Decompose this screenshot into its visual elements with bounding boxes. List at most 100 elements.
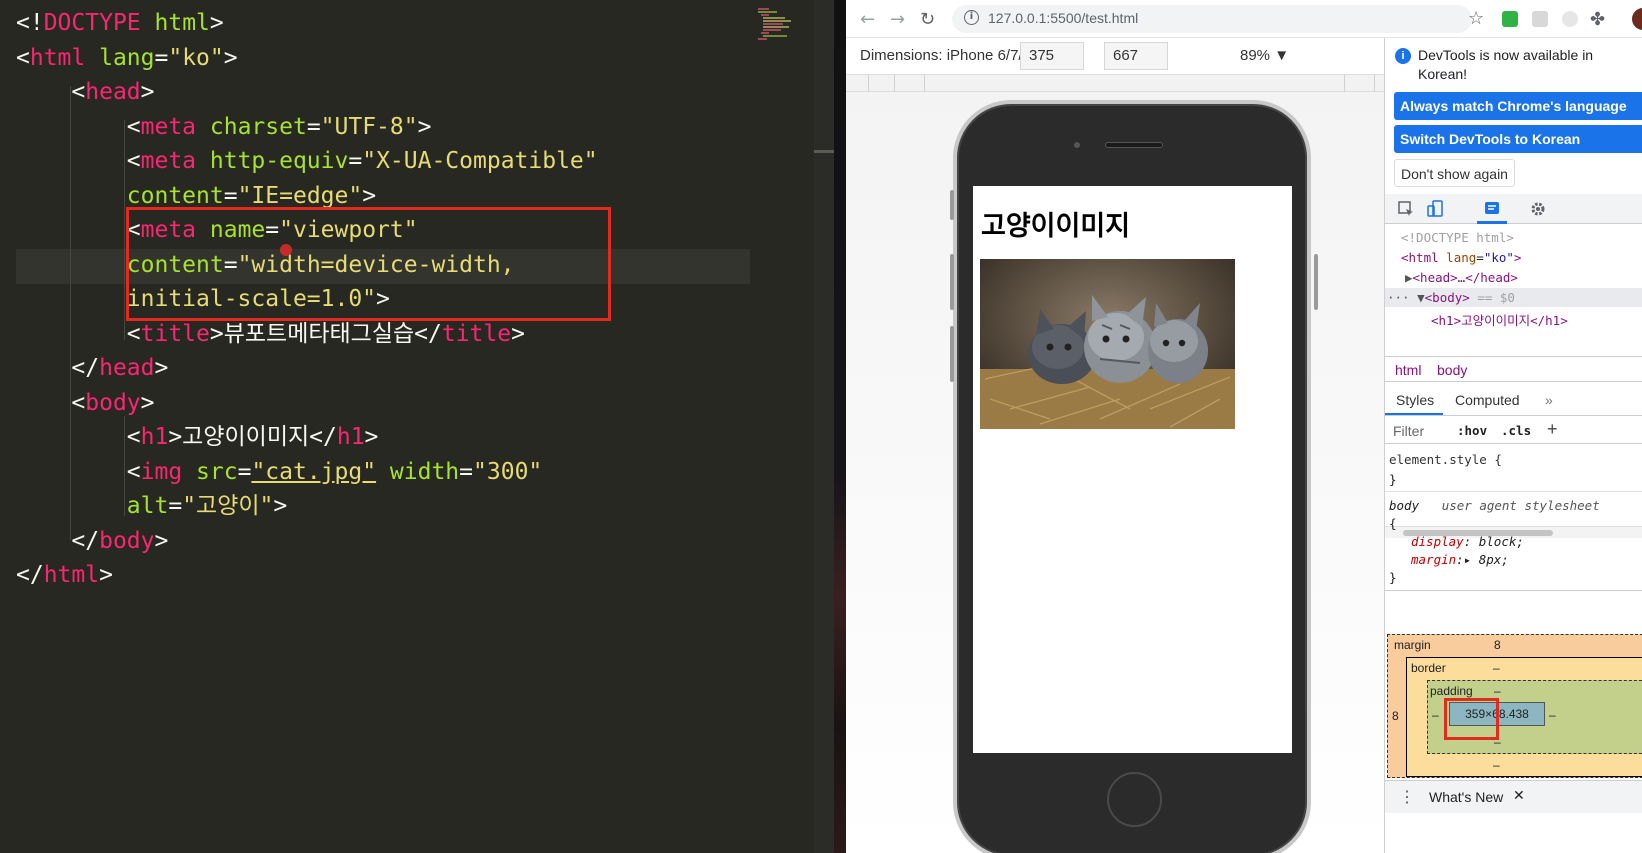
page-heading: 고양이이미지 <box>981 211 1131 242</box>
breadcrumb: html body <box>1385 356 1642 382</box>
iphone-frame: 고양이이미지 <box>950 100 1318 853</box>
html-node[interactable]: <html lang="ko"> <box>1401 250 1521 265</box>
phone-camera <box>1074 142 1080 148</box>
settings-gear-icon[interactable] <box>1529 200 1547 218</box>
display-declaration[interactable]: display: block; <box>1411 534 1524 549</box>
desktop-background-strip <box>834 0 846 853</box>
code-line[interactable]: <title>뷰포트메타태그실습</title> <box>16 317 598 352</box>
breadcrumb-body[interactable]: body <box>1437 362 1467 378</box>
phone-side-button <box>950 254 954 310</box>
forward-arrow-icon[interactable]: → <box>890 9 905 30</box>
border-top-value[interactable]: – <box>1493 661 1500 675</box>
rule-close-brace: } <box>1389 570 1397 585</box>
styles-subtabs: Styles Computed » <box>1385 386 1642 416</box>
drawer-tabbar: ⋮ What's New ✕ <box>1385 780 1642 813</box>
doctype-node[interactable]: <!DOCTYPE html> <box>1401 230 1514 245</box>
extensions-puzzle-icon[interactable]: ✤ <box>1590 9 1605 30</box>
scroll-thumb[interactable] <box>814 150 834 153</box>
h1-node[interactable]: <h1>고양이이미지</h1> <box>1431 313 1568 328</box>
device-toolbar: Dimensions: iPhone 6/7/8 ▼ 375 × 667 89%… <box>846 38 1434 74</box>
code-line[interactable]: </body> <box>16 524 598 559</box>
margin-declaration[interactable]: margin:▸ 8px; <box>1411 552 1509 567</box>
border-label: border <box>1411 661 1446 675</box>
back-arrow-icon[interactable]: ← <box>860 9 875 30</box>
code-editor[interactable]: <!DOCTYPE html> <html lang="ko"> <head> <… <box>0 0 834 853</box>
margin-top-value[interactable]: 8 <box>1494 638 1501 652</box>
box-model-diagram[interactable]: margin 8 8 border – – padding – – – – 35… <box>1387 634 1642 778</box>
phone-side-button <box>1314 254 1318 310</box>
inspect-element-icon[interactable] <box>1397 200 1415 218</box>
zoom-select[interactable]: 89% ▼ <box>1240 47 1289 64</box>
code-line[interactable]: </html> <box>16 558 598 593</box>
code-line[interactable]: <h1>고양이이미지</h1> <box>16 420 598 455</box>
styles-tab-underline <box>1385 413 1443 415</box>
reload-icon[interactable]: ↻ <box>920 9 935 30</box>
width-input[interactable]: 375 <box>1020 42 1084 70</box>
media-query-ruler[interactable] <box>846 74 1434 92</box>
padding-top-value[interactable]: – <box>1494 684 1501 698</box>
cat-image <box>980 259 1235 429</box>
breadcrumb-html[interactable]: html <box>1395 362 1421 378</box>
code-line[interactable]: </head> <box>16 351 598 386</box>
element-style-rule[interactable]: element.style { <box>1389 452 1502 467</box>
switch-to-korean-button[interactable]: Switch DevTools to Korean <box>1394 125 1642 153</box>
padding-right-value[interactable]: – <box>1549 708 1556 722</box>
phone-side-button <box>950 190 954 220</box>
url-text[interactable]: 127.0.0.1:5500/test.html <box>988 10 1138 26</box>
hov-toggle[interactable]: :hov <box>1457 423 1487 438</box>
editor-scrollbar[interactable] <box>814 0 834 853</box>
dont-show-again-button[interactable]: Don't show again <box>1394 159 1515 187</box>
extension-circle-icon[interactable] <box>1562 11 1578 27</box>
code-line[interactable]: <head> <box>16 75 598 110</box>
body-node[interactable]: ··· ▼<body> == $0 <box>1387 290 1515 305</box>
site-info-icon[interactable]: i <box>964 10 979 25</box>
cursor-marker <box>280 244 292 256</box>
padding-label: padding <box>1430 684 1473 698</box>
rule-close-brace: } <box>1389 472 1397 487</box>
styles-pane[interactable]: element.style { } body user agent styles… <box>1385 446 1642 646</box>
profile-avatar[interactable] <box>1632 8 1642 30</box>
more-tabs-icon[interactable]: » <box>1545 392 1553 408</box>
page-screen[interactable]: 고양이이미지 <box>973 186 1292 753</box>
code-line[interactable]: <img src="cat.jpg" width="300" <box>16 455 598 490</box>
elements-tab-icon[interactable] <box>1483 200 1501 218</box>
device-viewport: 고양이이미지 <box>846 92 1434 853</box>
tab-computed[interactable]: Computed <box>1455 392 1520 408</box>
margin-label: margin <box>1394 638 1431 652</box>
info-icon: i <box>1395 48 1411 64</box>
extension-green-icon[interactable] <box>1502 11 1518 27</box>
devtools-toolbar <box>1385 194 1642 224</box>
always-match-language-button[interactable]: Always match Chrome's language <box>1394 92 1642 120</box>
body-rule-selector: body user agent stylesheet <box>1389 498 1600 513</box>
kittens-photo <box>980 259 1235 429</box>
code-line[interactable]: <meta http-equiv="X-UA-Compatible" <box>16 144 598 179</box>
whats-new-tab[interactable]: What's New <box>1429 789 1503 805</box>
padding-left-value[interactable]: – <box>1432 708 1439 722</box>
code-line[interactable]: <body> <box>16 386 598 421</box>
drawer-menu-icon[interactable]: ⋮ <box>1399 787 1415 807</box>
code-line[interactable]: alt="고양이"> <box>16 489 598 524</box>
url-field[interactable]: i 127.0.0.1:5500/test.html <box>952 5 1472 33</box>
phone-speaker <box>1105 142 1163 148</box>
device-toggle-icon[interactable] <box>1427 200 1445 218</box>
add-rule-icon[interactable]: + <box>1547 419 1558 440</box>
elements-tree[interactable]: <!DOCTYPE html> <html lang="ko"> ▶<head>… <box>1385 224 1642 538</box>
minimap[interactable] <box>755 6 805 46</box>
code-line[interactable]: <html lang="ko"> <box>16 41 598 76</box>
rule-open-brace: { <box>1389 516 1397 531</box>
head-node[interactable]: ▶<head>…</head> <box>1405 270 1518 285</box>
border-bottom-value[interactable]: – <box>1493 758 1500 772</box>
height-input[interactable]: 667 <box>1104 42 1168 70</box>
cls-toggle[interactable]: .cls <box>1501 423 1531 438</box>
tab-styles[interactable]: Styles <box>1396 392 1434 408</box>
extension-grid-icon[interactable] <box>1532 11 1548 27</box>
bookmark-star-icon[interactable]: ☆ <box>1468 8 1484 29</box>
code-line[interactable]: <meta charset="UTF-8"> <box>16 110 598 145</box>
language-notice: DevTools is now available in Korean! <box>1418 47 1594 82</box>
code-line[interactable]: <!DOCTYPE html> <box>16 6 598 41</box>
phone-side-button <box>950 326 954 382</box>
filter-input[interactable]: Filter <box>1393 423 1424 439</box>
close-icon[interactable]: ✕ <box>1513 787 1525 804</box>
margin-left-value[interactable]: 8 <box>1392 709 1399 723</box>
content-size-highlight-box <box>1444 698 1499 740</box>
